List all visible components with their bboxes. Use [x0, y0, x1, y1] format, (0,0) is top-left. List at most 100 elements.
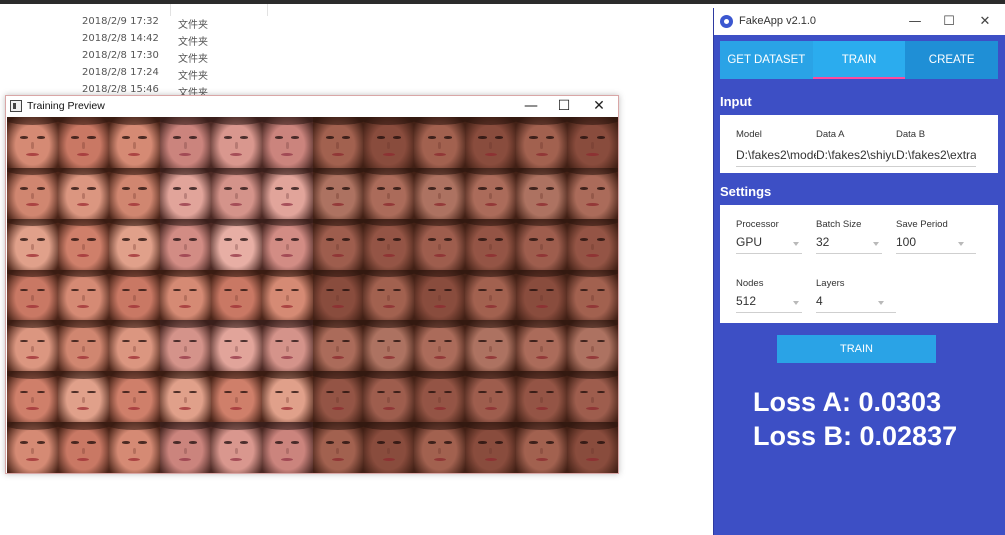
- file-row[interactable]: 2018/2/8 17:24 文件夹: [0, 65, 700, 82]
- face-nose: [183, 294, 187, 302]
- face-eye: [20, 136, 29, 139]
- face-hair: [414, 218, 466, 227]
- face-mouth: [77, 254, 90, 258]
- face-hair: [363, 117, 415, 125]
- face-hair: [159, 218, 211, 227]
- face-hair: [108, 167, 160, 176]
- batch-size-label: Batch Size: [816, 219, 862, 230]
- model-path-field[interactable]: D:\fakes2\model: [736, 148, 816, 162]
- face-eye: [223, 339, 233, 343]
- face-nose: [183, 447, 187, 454]
- file-type: 文件夹: [178, 54, 208, 65]
- face-eye: [392, 441, 402, 444]
- file-row[interactable]: 2018/2/8 14:42 文件夹: [0, 31, 700, 48]
- face-eye: [291, 238, 300, 241]
- preview-face-tile: [57, 117, 109, 168]
- face-eye: [545, 136, 554, 139]
- minimize-icon[interactable]: —: [516, 96, 546, 116]
- face-mouth: [230, 203, 243, 207]
- chevron-down-icon[interactable]: [958, 242, 964, 246]
- face-eye: [494, 339, 503, 343]
- face-hair: [567, 167, 618, 176]
- data-b-path-field[interactable]: D:\fakes2\extract: [896, 148, 976, 162]
- chevron-down-icon[interactable]: [878, 301, 884, 305]
- face-eye: [122, 441, 131, 444]
- nodes-select[interactable]: 512: [736, 294, 756, 308]
- preview-face-tile: [567, 167, 618, 219]
- preview-face-tile: [108, 117, 160, 168]
- layers-select[interactable]: 4: [816, 294, 823, 308]
- face-mouth: [331, 203, 345, 207]
- face-nose: [540, 447, 544, 454]
- face-hair: [210, 269, 262, 278]
- face-eye: [172, 136, 182, 139]
- face-mouth: [586, 254, 599, 258]
- face-hair: [7, 218, 58, 227]
- face-hair: [465, 117, 517, 125]
- face-eye: [71, 136, 80, 139]
- chevron-down-icon[interactable]: [873, 242, 879, 246]
- face-mouth: [433, 406, 446, 410]
- face-hair: [363, 371, 415, 379]
- face-nose: [438, 345, 442, 352]
- face-eye: [291, 390, 300, 394]
- preview-face-tile: [210, 422, 262, 473]
- tab-create[interactable]: CREATE: [905, 41, 999, 79]
- face-nose: [285, 294, 289, 302]
- maximize-icon[interactable]: ☐: [549, 96, 579, 116]
- preview-face-tile: [210, 167, 262, 219]
- face-hair: [465, 269, 517, 278]
- preview-face-tile: [7, 269, 58, 321]
- face-mouth: [535, 203, 548, 207]
- face-eye: [87, 187, 96, 190]
- file-date: 2018/2/8 17:24: [82, 67, 159, 78]
- tab-get-dataset[interactable]: GET DATASET: [720, 41, 813, 79]
- face-hair: [261, 117, 313, 125]
- face-eye: [36, 339, 45, 343]
- face-nose: [489, 244, 493, 251]
- face-nose: [336, 396, 340, 403]
- close-icon[interactable]: ✕: [970, 8, 1000, 35]
- face-eye: [443, 441, 452, 444]
- minimize-icon[interactable]: —: [900, 8, 930, 35]
- close-icon[interactable]: ✕: [584, 96, 614, 116]
- chevron-down-icon[interactable]: [793, 242, 799, 246]
- face-nose: [132, 193, 136, 200]
- preview-face-tile: [159, 320, 211, 372]
- preview-face-tile: [567, 320, 618, 372]
- face-eye: [36, 136, 45, 139]
- fakeapp-titlebar[interactable]: FakeApp v2.1.0 — ☐ ✕: [714, 8, 1005, 35]
- batch-size-select[interactable]: 32: [816, 235, 829, 249]
- preview-face-tile: [363, 269, 415, 321]
- face-mouth: [382, 152, 395, 156]
- file-date: 2018/2/8 14:42: [82, 33, 159, 44]
- face-nose: [183, 142, 187, 149]
- face-hair: [108, 371, 160, 379]
- preview-titlebar[interactable]: Training Preview — ☐ ✕: [6, 96, 618, 116]
- face-eye: [325, 136, 334, 139]
- nodes-label: Nodes: [736, 278, 764, 289]
- file-row[interactable]: 2018/2/9 17:32 文件夹: [0, 14, 700, 31]
- processor-select[interactable]: GPU: [736, 235, 762, 249]
- face-eye: [443, 288, 452, 292]
- face-eye: [20, 441, 29, 444]
- face-mouth: [535, 305, 548, 309]
- save-period-underline: [896, 253, 976, 254]
- face-eye: [529, 390, 538, 394]
- face-nose: [591, 294, 595, 302]
- file-row[interactable]: 2018/2/8 17:30 文件夹: [0, 48, 700, 65]
- face-eye: [580, 187, 589, 190]
- chevron-down-icon[interactable]: [793, 301, 799, 305]
- save-period-select[interactable]: 100: [896, 235, 916, 249]
- train-button[interactable]: TRAIN: [777, 335, 936, 363]
- face-eye: [36, 238, 45, 241]
- face-mouth: [484, 203, 497, 207]
- face-mouth: [280, 305, 294, 309]
- preview-face-tile: [516, 269, 568, 321]
- maximize-icon[interactable]: ☐: [934, 8, 964, 35]
- face-eye: [189, 136, 198, 139]
- face-mouth: [484, 152, 497, 156]
- tab-train[interactable]: TRAIN: [812, 41, 906, 79]
- data-a-path-field[interactable]: D:\fakes2\shiyuanyuan: [816, 148, 896, 162]
- preview-face-tile: [567, 269, 618, 321]
